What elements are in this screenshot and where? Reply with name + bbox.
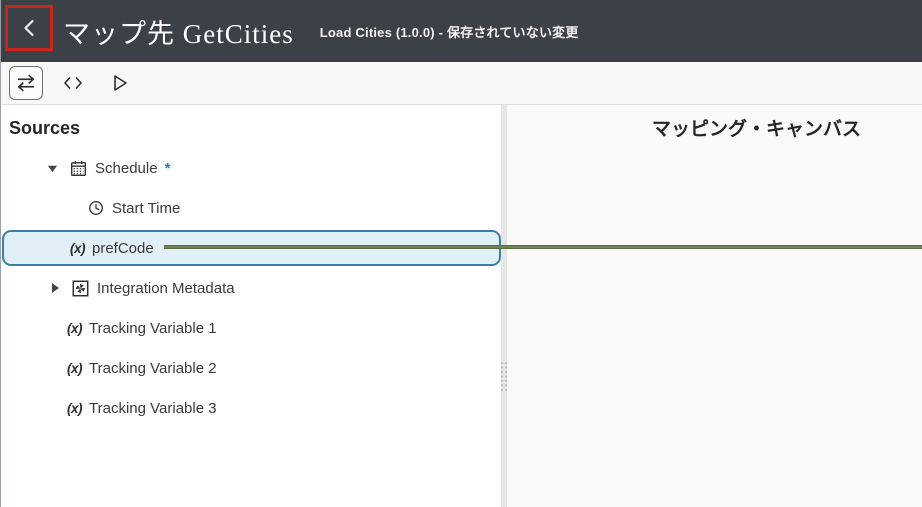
sources-heading: Sources <box>1 105 501 148</box>
tree-node-label: Tracking Variable 2 <box>89 360 217 377</box>
clock-icon <box>88 200 104 216</box>
annotation-highlight-box <box>5 5 53 51</box>
variable-icon: (x) <box>67 401 82 416</box>
app-header: マップ先 GetCities Load Cities (1.0.0) - 保存さ… <box>1 0 922 62</box>
code-view-button[interactable] <box>56 66 90 100</box>
mapper-content: Sources <box>1 105 922 507</box>
mapper-toolbar <box>1 62 922 105</box>
tree-node-label: prefCode <box>92 240 154 257</box>
tree-node-schedule[interactable]: Schedule * <box>1 148 501 188</box>
sources-panel: Sources <box>1 105 501 507</box>
panel-resizer[interactable] <box>501 105 507 507</box>
drag-handle-dots <box>501 362 507 392</box>
page-title: マップ先 GetCities <box>63 12 294 51</box>
integration-status-text: Load Cities (1.0.0) - 保存されていない変更 <box>320 22 579 41</box>
swap-arrows-icon <box>15 72 37 94</box>
mapping-canvas[interactable]: マッピング・キャンバス <box>507 105 922 507</box>
tree-node-label: Tracking Variable 1 <box>89 320 217 337</box>
toggle-view-button[interactable] <box>9 66 43 100</box>
caret-right-icon[interactable] <box>51 282 62 294</box>
tree-node-tracking-variable-2[interactable]: (x) Tracking Variable 2 <box>1 348 501 388</box>
tree-node-start-time[interactable]: Start Time <box>1 188 501 228</box>
calendar-icon <box>70 160 87 177</box>
caret-down-icon[interactable] <box>47 163 58 174</box>
code-brackets-icon <box>62 73 84 93</box>
canvas-title: マッピング・キャンバス <box>549 105 922 141</box>
tree-node-label: Schedule <box>95 160 158 177</box>
variable-icon: (x) <box>67 361 82 376</box>
metadata-icon <box>72 280 89 297</box>
variable-icon: (x) <box>70 241 85 256</box>
back-button[interactable] <box>8 8 50 48</box>
sources-tree: Schedule * Start Time (x) prefCode <box>1 148 501 428</box>
test-mapper-button[interactable] <box>103 66 137 100</box>
play-icon <box>110 72 130 94</box>
variable-icon: (x) <box>67 321 82 336</box>
tree-node-tracking-variable-1[interactable]: (x) Tracking Variable 1 <box>1 308 501 348</box>
tree-node-integration-metadata[interactable]: Integration Metadata <box>1 268 501 308</box>
required-marker: * <box>165 160 171 177</box>
tree-node-label: Start Time <box>112 200 180 217</box>
mapper-window: マップ先 GetCities Load Cities (1.0.0) - 保存さ… <box>0 0 922 507</box>
tree-node-prefcode-selected[interactable]: (x) prefCode <box>2 230 501 266</box>
tree-node-label: Tracking Variable 3 <box>89 400 217 417</box>
back-chevron-icon <box>18 16 40 40</box>
tree-node-tracking-variable-3[interactable]: (x) Tracking Variable 3 <box>1 388 501 428</box>
tree-node-label: Integration Metadata <box>97 280 235 297</box>
